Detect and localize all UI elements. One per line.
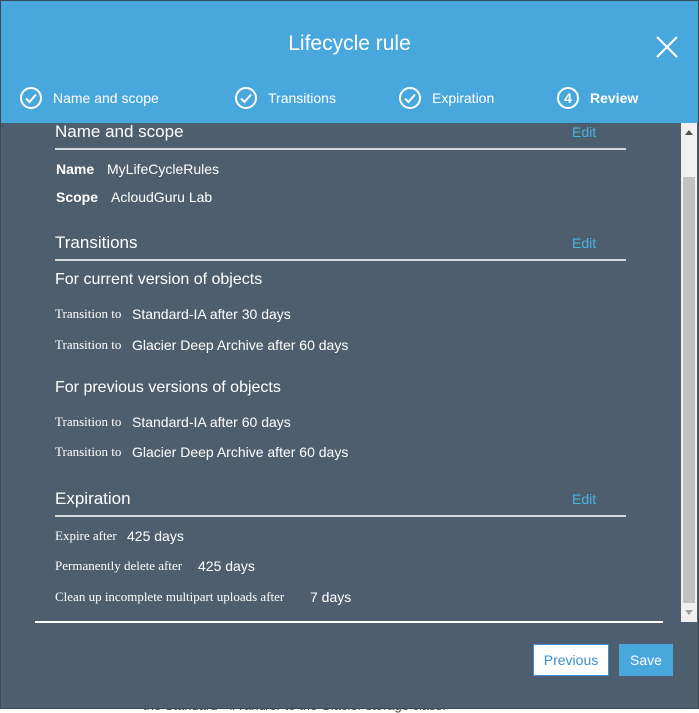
save-button[interactable]: Save — [619, 644, 673, 676]
step-label: Review — [590, 90, 639, 106]
step-expiration[interactable]: Expiration — [399, 83, 494, 113]
step-transitions[interactable]: Transitions — [235, 83, 336, 113]
scroll-up-arrow-icon[interactable] — [681, 123, 697, 141]
scope-value: AcloudGuru Lab — [111, 189, 213, 205]
step-label: Name and scope — [53, 90, 159, 106]
scope-label: Scope — [56, 189, 99, 205]
name-label: Name — [56, 161, 95, 177]
permanently-delete-value: 425 days — [198, 558, 255, 574]
step-label: Transitions — [268, 90, 336, 106]
vertical-scrollbar[interactable] — [681, 123, 697, 622]
step-label: Expiration — [432, 90, 495, 106]
transition-value: Glacier Deep Archive after 60 days — [132, 337, 349, 353]
permanently-delete-label: Permanently delete after — [55, 558, 183, 573]
section-divider — [55, 259, 626, 261]
footer-divider — [35, 621, 663, 623]
transition-label: Transition to — [55, 337, 122, 352]
transition-value: Glacier Deep Archive after 60 days — [132, 444, 349, 460]
edit-expiration-link[interactable]: Edit — [572, 491, 596, 507]
previous-button[interactable]: Previous — [533, 644, 609, 676]
step-review[interactable]: 4 Review — [557, 83, 638, 113]
section-title-name-scope: Name and scope — [55, 122, 184, 141]
check-icon — [235, 87, 257, 109]
expire-after-value: 425 days — [127, 528, 184, 544]
lifecycle-rule-modal: Lifecycle rule Name and scope Transition… — [0, 0, 699, 709]
expire-after-label: Expire after — [55, 528, 117, 543]
section-divider — [55, 515, 626, 517]
edit-name-scope-link[interactable]: Edit — [572, 124, 596, 140]
previous-versions-title: For previous versions of objects — [55, 379, 281, 396]
transition-value: Standard-IA after 60 days — [132, 414, 291, 430]
check-icon — [399, 87, 421, 109]
section-divider — [55, 148, 626, 150]
review-content: Name and scope Edit Name MyLifeCycleRule… — [1, 122, 681, 628]
name-value: MyLifeCycleRules — [107, 161, 220, 177]
cleanup-multipart-value: 7 days — [310, 589, 352, 605]
step-name-and-scope[interactable]: Name and scope — [20, 83, 159, 113]
step-number-badge: 4 — [557, 87, 579, 109]
close-icon[interactable] — [654, 34, 680, 60]
step-number: 4 — [564, 90, 572, 106]
section-title-expiration: Expiration — [55, 489, 131, 508]
cleanup-multipart-label: Clean up incomplete multipart uploads af… — [55, 589, 285, 604]
current-version-title: For current version of objects — [55, 271, 263, 288]
scroll-down-arrow-icon[interactable] — [681, 604, 697, 622]
modal-title: Lifecycle rule — [288, 32, 411, 55]
edit-transitions-link[interactable]: Edit — [572, 235, 596, 251]
check-icon — [20, 87, 42, 109]
transition-label: Transition to — [55, 306, 122, 321]
scrollbar-thumb[interactable] — [683, 177, 695, 603]
transition-label: Transition to — [55, 414, 122, 429]
transition-label: Transition to — [55, 444, 122, 459]
transition-value: Standard-IA after 30 days — [132, 306, 291, 322]
section-title-transitions: Transitions — [55, 233, 138, 252]
modal-header: Lifecycle rule Name and scope Transition… — [1, 1, 698, 123]
